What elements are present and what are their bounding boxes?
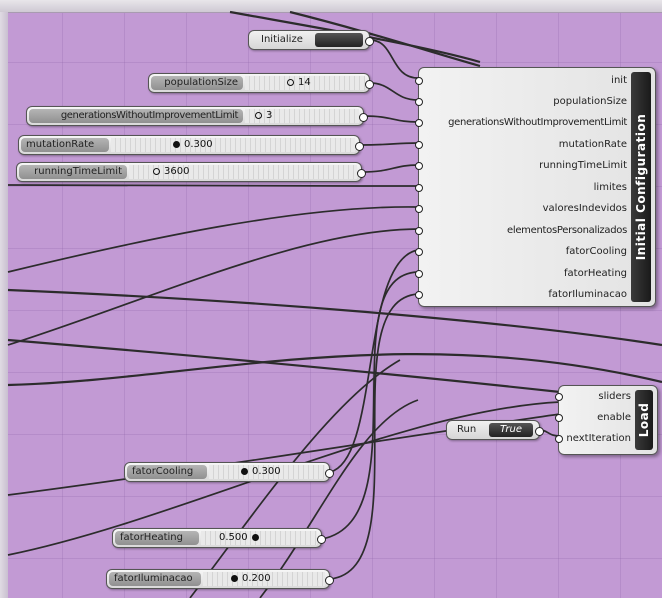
slider-value-text: 3600 bbox=[164, 166, 190, 177]
output-grip[interactable] bbox=[359, 113, 368, 122]
input-fator-heating: fatorHeating bbox=[564, 268, 627, 279]
slider-knob-icon[interactable] bbox=[241, 467, 248, 475]
input-sliders: sliders bbox=[598, 391, 631, 402]
component-title: Load bbox=[637, 402, 651, 438]
slider-knob-icon[interactable] bbox=[153, 167, 160, 175]
input-generations-limit: generationsWithoutImprovementLimit bbox=[448, 117, 627, 128]
slider-value-text: 0.300 bbox=[184, 139, 213, 150]
slider-label: populationSize bbox=[151, 76, 243, 90]
slider-label: fatorIluminacao bbox=[109, 572, 201, 586]
input-port[interactable] bbox=[415, 205, 423, 213]
output-grip[interactable] bbox=[317, 535, 326, 544]
toggle-label: Run bbox=[457, 424, 477, 435]
output-grip[interactable] bbox=[357, 169, 366, 178]
input-port[interactable] bbox=[555, 414, 563, 422]
slider-label: fatorCooling bbox=[127, 465, 207, 479]
input-port[interactable] bbox=[555, 435, 563, 443]
slider-fator-heating[interactable]: fatorHeating 0.500 bbox=[112, 528, 326, 548]
slider-value[interactable]: 14 bbox=[287, 75, 311, 91]
input-port[interactable] bbox=[415, 162, 423, 170]
slider-generations-limit[interactable]: generationsWithoutImprovementLimit 3 bbox=[26, 106, 368, 126]
slider-knob-icon[interactable] bbox=[173, 140, 180, 148]
input-port[interactable] bbox=[415, 184, 423, 192]
input-port[interactable] bbox=[415, 248, 423, 256]
output-grip[interactable] bbox=[355, 142, 364, 151]
slider-value[interactable]: 3600 bbox=[153, 164, 189, 180]
output-grip[interactable] bbox=[325, 576, 334, 585]
output-grip[interactable] bbox=[325, 469, 334, 478]
slider-population-size[interactable]: populationSize 14 bbox=[148, 73, 374, 93]
load-component[interactable]: sliders enable nextIteration Load bbox=[555, 385, 658, 455]
output-grip[interactable] bbox=[365, 80, 374, 89]
wire bbox=[359, 142, 419, 146]
input-port[interactable] bbox=[415, 141, 423, 149]
run-toggle[interactable]: Run True bbox=[446, 420, 544, 440]
input-port[interactable] bbox=[415, 77, 423, 85]
wire bbox=[7, 228, 419, 346]
wire bbox=[7, 338, 561, 394]
initialize-label: Initialize bbox=[261, 34, 303, 45]
output-grip[interactable] bbox=[365, 37, 374, 46]
slider-label: fatorHeating bbox=[115, 531, 199, 545]
initialize-button-face[interactable] bbox=[315, 33, 363, 47]
slider-track[interactable] bbox=[111, 138, 355, 152]
slider-knob-icon[interactable] bbox=[287, 78, 294, 86]
component-title: Initial Configuration bbox=[634, 113, 648, 261]
slider-value-text: 3 bbox=[266, 110, 273, 121]
slider-knob-icon[interactable] bbox=[231, 574, 238, 582]
wire bbox=[363, 115, 419, 123]
input-enable: enable bbox=[597, 412, 631, 423]
input-fator-iluminacao: fatorIluminacao bbox=[548, 289, 627, 300]
input-port[interactable] bbox=[415, 227, 423, 235]
slider-fator-cooling[interactable]: fatorCooling 0.300 bbox=[124, 462, 334, 482]
initial-configuration-component[interactable]: init populationSize generationsWithoutIm… bbox=[415, 67, 656, 307]
slider-label: runningTimeLimit bbox=[19, 165, 127, 179]
input-port[interactable] bbox=[415, 270, 423, 278]
wire bbox=[7, 206, 419, 273]
slider-fator-iluminacao[interactable]: fatorIluminacao 0.200 bbox=[106, 569, 334, 589]
input-port[interactable] bbox=[415, 98, 423, 106]
input-elementos-personalizados: elementosPersonalizados bbox=[506, 225, 627, 236]
slider-value[interactable]: 0.300 bbox=[173, 137, 213, 153]
wire bbox=[361, 164, 419, 173]
output-grip[interactable] bbox=[535, 427, 544, 436]
toggle-state[interactable]: True bbox=[489, 423, 533, 437]
input-limites: limites bbox=[593, 182, 627, 193]
slider-value-text: 0.200 bbox=[242, 573, 271, 584]
component-title-bar[interactable]: Load bbox=[635, 390, 653, 450]
input-valores-indevidos: valoresIndevidos bbox=[542, 203, 627, 214]
slider-value-text: 14 bbox=[298, 77, 311, 88]
input-port[interactable] bbox=[415, 291, 423, 299]
wire bbox=[7, 184, 419, 187]
input-port[interactable] bbox=[555, 393, 563, 401]
slider-knob-icon[interactable] bbox=[255, 111, 262, 119]
slider-mutation-rate[interactable]: mutationRate 0.300 bbox=[18, 135, 364, 155]
slider-label: generationsWithoutImprovementLimit bbox=[29, 109, 243, 123]
slider-value[interactable]: 0.300 bbox=[241, 464, 281, 480]
grasshopper-canvas[interactable]: Initialize populationSize 14 generations… bbox=[0, 0, 662, 598]
slider-label: mutationRate bbox=[21, 138, 109, 152]
wire bbox=[369, 82, 419, 101]
slider-knob-icon[interactable] bbox=[251, 533, 259, 541]
input-mutation-rate: mutationRate bbox=[558, 139, 627, 150]
slider-value[interactable]: 0.500 bbox=[219, 530, 259, 546]
input-fator-cooling: fatorCooling bbox=[565, 246, 627, 257]
component-title-bar[interactable]: Initial Configuration bbox=[631, 72, 651, 302]
input-next-iteration: nextIteration bbox=[566, 433, 631, 444]
input-init: init bbox=[611, 75, 627, 86]
input-port[interactable] bbox=[415, 119, 423, 127]
input-population-size: populationSize bbox=[553, 96, 627, 107]
slider-running-time-limit[interactable]: runningTimeLimit 3600 bbox=[16, 162, 366, 182]
slider-value-text: 0.500 bbox=[219, 532, 248, 543]
input-running-time-limit: runningTimeLimit bbox=[539, 160, 627, 171]
slider-value[interactable]: 3 bbox=[255, 108, 272, 124]
initialize-button-component[interactable]: Initialize bbox=[248, 30, 374, 50]
slider-value-text: 0.300 bbox=[252, 466, 281, 477]
slider-value[interactable]: 0.200 bbox=[231, 571, 271, 587]
